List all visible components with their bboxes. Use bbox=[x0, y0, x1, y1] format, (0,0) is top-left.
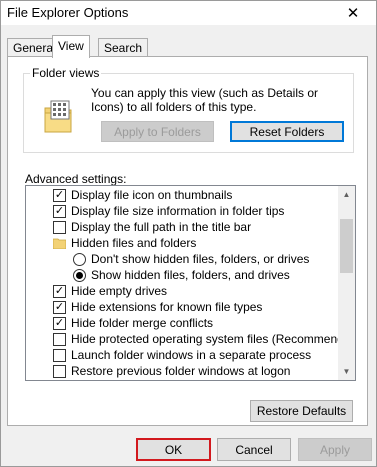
scroll-down-icon[interactable]: ▼ bbox=[338, 363, 355, 380]
tab-search[interactable]: Search bbox=[98, 38, 149, 57]
setting-hide-extensions[interactable]: ✓ Hide extensions for known file types bbox=[26, 299, 339, 315]
folder-views-description: You can apply this view (such as Details… bbox=[91, 86, 319, 114]
scroll-thumb[interactable] bbox=[340, 219, 353, 273]
checkbox-icon[interactable]: ✓ bbox=[53, 284, 66, 298]
checkbox-icon[interactable] bbox=[53, 364, 66, 378]
radio-icon[interactable] bbox=[73, 252, 86, 266]
setting-dont-show-hidden[interactable]: Don't show hidden files, folders, or dri… bbox=[26, 251, 339, 267]
restore-defaults-button[interactable]: Restore Defaults bbox=[250, 400, 353, 422]
checkbox-icon[interactable] bbox=[53, 348, 66, 362]
setting-hide-protected-files[interactable]: Hide protected operating system files (R… bbox=[26, 331, 355, 347]
setting-display-file-size[interactable]: ✓ Display file size information in folde… bbox=[26, 203, 339, 219]
scroll-up-icon[interactable]: ▲ bbox=[338, 186, 355, 203]
setting-show-hidden[interactable]: Show hidden files, folders, and drives bbox=[26, 267, 339, 283]
advanced-settings-label: Advanced settings: bbox=[25, 172, 127, 186]
checkbox-icon[interactable] bbox=[53, 332, 66, 346]
title-bar: File Explorer Options ✕ bbox=[1, 1, 376, 25]
checkbox-icon[interactable]: ✓ bbox=[53, 316, 66, 330]
setting-display-full-path[interactable]: Display the full path in the title bar bbox=[26, 219, 339, 235]
window-title: File Explorer Options bbox=[7, 5, 129, 20]
apply-button[interactable]: Apply bbox=[298, 438, 372, 461]
close-button[interactable]: ✕ bbox=[330, 1, 376, 25]
checkbox-icon[interactable]: ✓ bbox=[53, 300, 66, 314]
setting-display-file-icon[interactable]: ✓ Display file icon on thumbnails bbox=[26, 187, 339, 203]
ok-button[interactable]: OK bbox=[136, 438, 211, 461]
setting-restore-previous-windows[interactable]: Restore previous folder windows at logon bbox=[26, 363, 339, 379]
file-explorer-options-dialog: File Explorer Options ✕ General View Sea… bbox=[0, 0, 377, 467]
folder-views-icon bbox=[44, 100, 72, 133]
setting-hidden-files-folders: Hidden files and folders bbox=[26, 235, 339, 251]
apply-to-folders-button[interactable]: Apply to Folders bbox=[101, 121, 214, 142]
checkbox-icon[interactable] bbox=[53, 220, 66, 234]
cancel-button[interactable]: Cancel bbox=[217, 438, 291, 461]
checkbox-icon[interactable]: ✓ bbox=[53, 204, 66, 218]
advanced-settings-list[interactable]: ✓ Display file icon on thumbnails ✓ Disp… bbox=[25, 185, 356, 381]
view-tab-panel: Folder views You can apply this view (su… bbox=[7, 56, 368, 426]
folder-icon bbox=[53, 238, 66, 249]
tab-view[interactable]: View bbox=[52, 35, 90, 58]
setting-launch-separate-process[interactable]: Launch folder windows in a separate proc… bbox=[26, 347, 339, 363]
folder-views-legend: Folder views bbox=[30, 66, 102, 80]
setting-hide-empty-drives[interactable]: ✓ Hide empty drives bbox=[26, 283, 339, 299]
checkbox-icon[interactable]: ✓ bbox=[53, 188, 66, 202]
setting-hide-merge-conflicts[interactable]: ✓ Hide folder merge conflicts bbox=[26, 315, 339, 331]
folder-views-group: Folder views You can apply this view (su… bbox=[23, 66, 354, 153]
vertical-scrollbar[interactable]: ▲ ▼ bbox=[338, 186, 355, 380]
reset-folders-button[interactable]: Reset Folders bbox=[230, 121, 344, 142]
radio-icon[interactable] bbox=[73, 268, 86, 282]
